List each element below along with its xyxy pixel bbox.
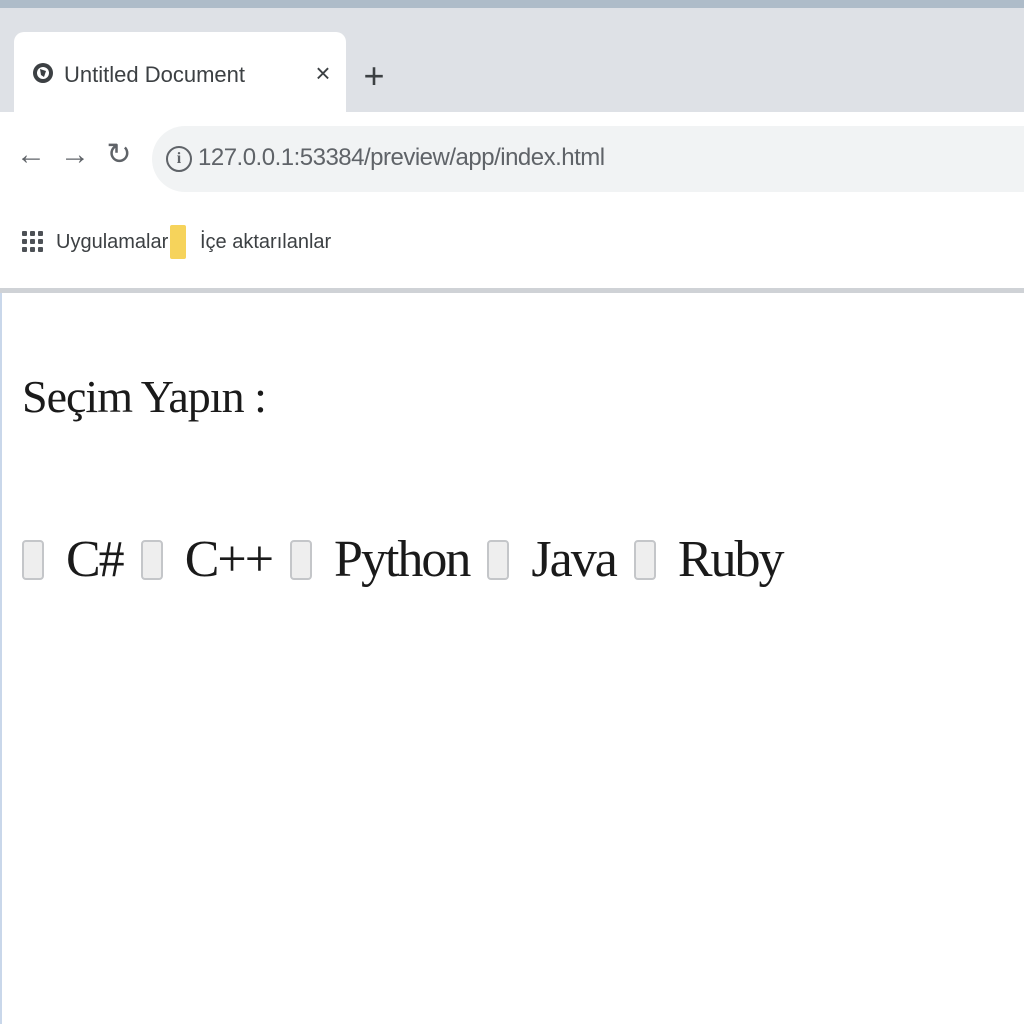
url-text[interactable]: 127.0.0.1:53384/preview/app/index.html [198,144,605,172]
checkbox-ruby[interactable] [633,539,656,580]
bookmark-label: Uygulamalar [56,230,169,253]
globe-icon [33,63,53,83]
bookmark-apps[interactable]: Uygulamalar [22,222,168,262]
address-bar[interactable]: i 127.0.0.1:53384/preview/app/index.html [152,126,1024,192]
window-left-border [0,293,2,1024]
page-content: Seçim Yapın : C# C++ Python Java Ruby [22,370,1012,588]
close-icon[interactable]: × [310,58,336,88]
option-label-python: Python [334,531,471,588]
options-row: C# C++ Python Java Ruby [22,530,801,589]
plus-icon[interactable]: + [356,56,392,96]
info-icon[interactable]: i [166,146,192,172]
tab-title: Untitled Document [64,62,245,87]
checkbox-csharp[interactable] [22,539,44,580]
bookmarks-bar: Uygulamalar İçe aktarılanlar [0,196,1024,288]
option-label-cpp: C++ [184,531,274,588]
page-prompt: Seçim Yapın : [22,371,267,422]
window-frame-top [0,0,1024,8]
checkbox-cpp[interactable] [140,539,163,580]
back-arrow-icon[interactable]: ← [14,138,48,172]
tab-strip: Untitled Document × + [0,8,1024,122]
toolbar: ← → ↻ i 127.0.0.1:53384/preview/app/inde… [0,112,1024,196]
option-label-ruby: Ruby [677,531,785,588]
option-label-java: Java [531,531,617,588]
checkbox-python[interactable] [290,539,313,580]
folder-icon [170,225,186,259]
reload-icon[interactable]: ↻ [102,138,136,172]
option-label-csharp: C# [66,531,125,588]
tab-active[interactable]: Untitled Document × [14,32,346,122]
checkbox-java[interactable] [487,539,510,580]
bookmark-label: İçe aktarılanlar [200,230,332,253]
apps-grid-icon [22,231,44,253]
forward-arrow-icon[interactable]: → [58,138,92,172]
bookmark-imported[interactable]: İçe aktarılanlar [170,222,331,262]
toolbar-separator [0,288,1024,293]
